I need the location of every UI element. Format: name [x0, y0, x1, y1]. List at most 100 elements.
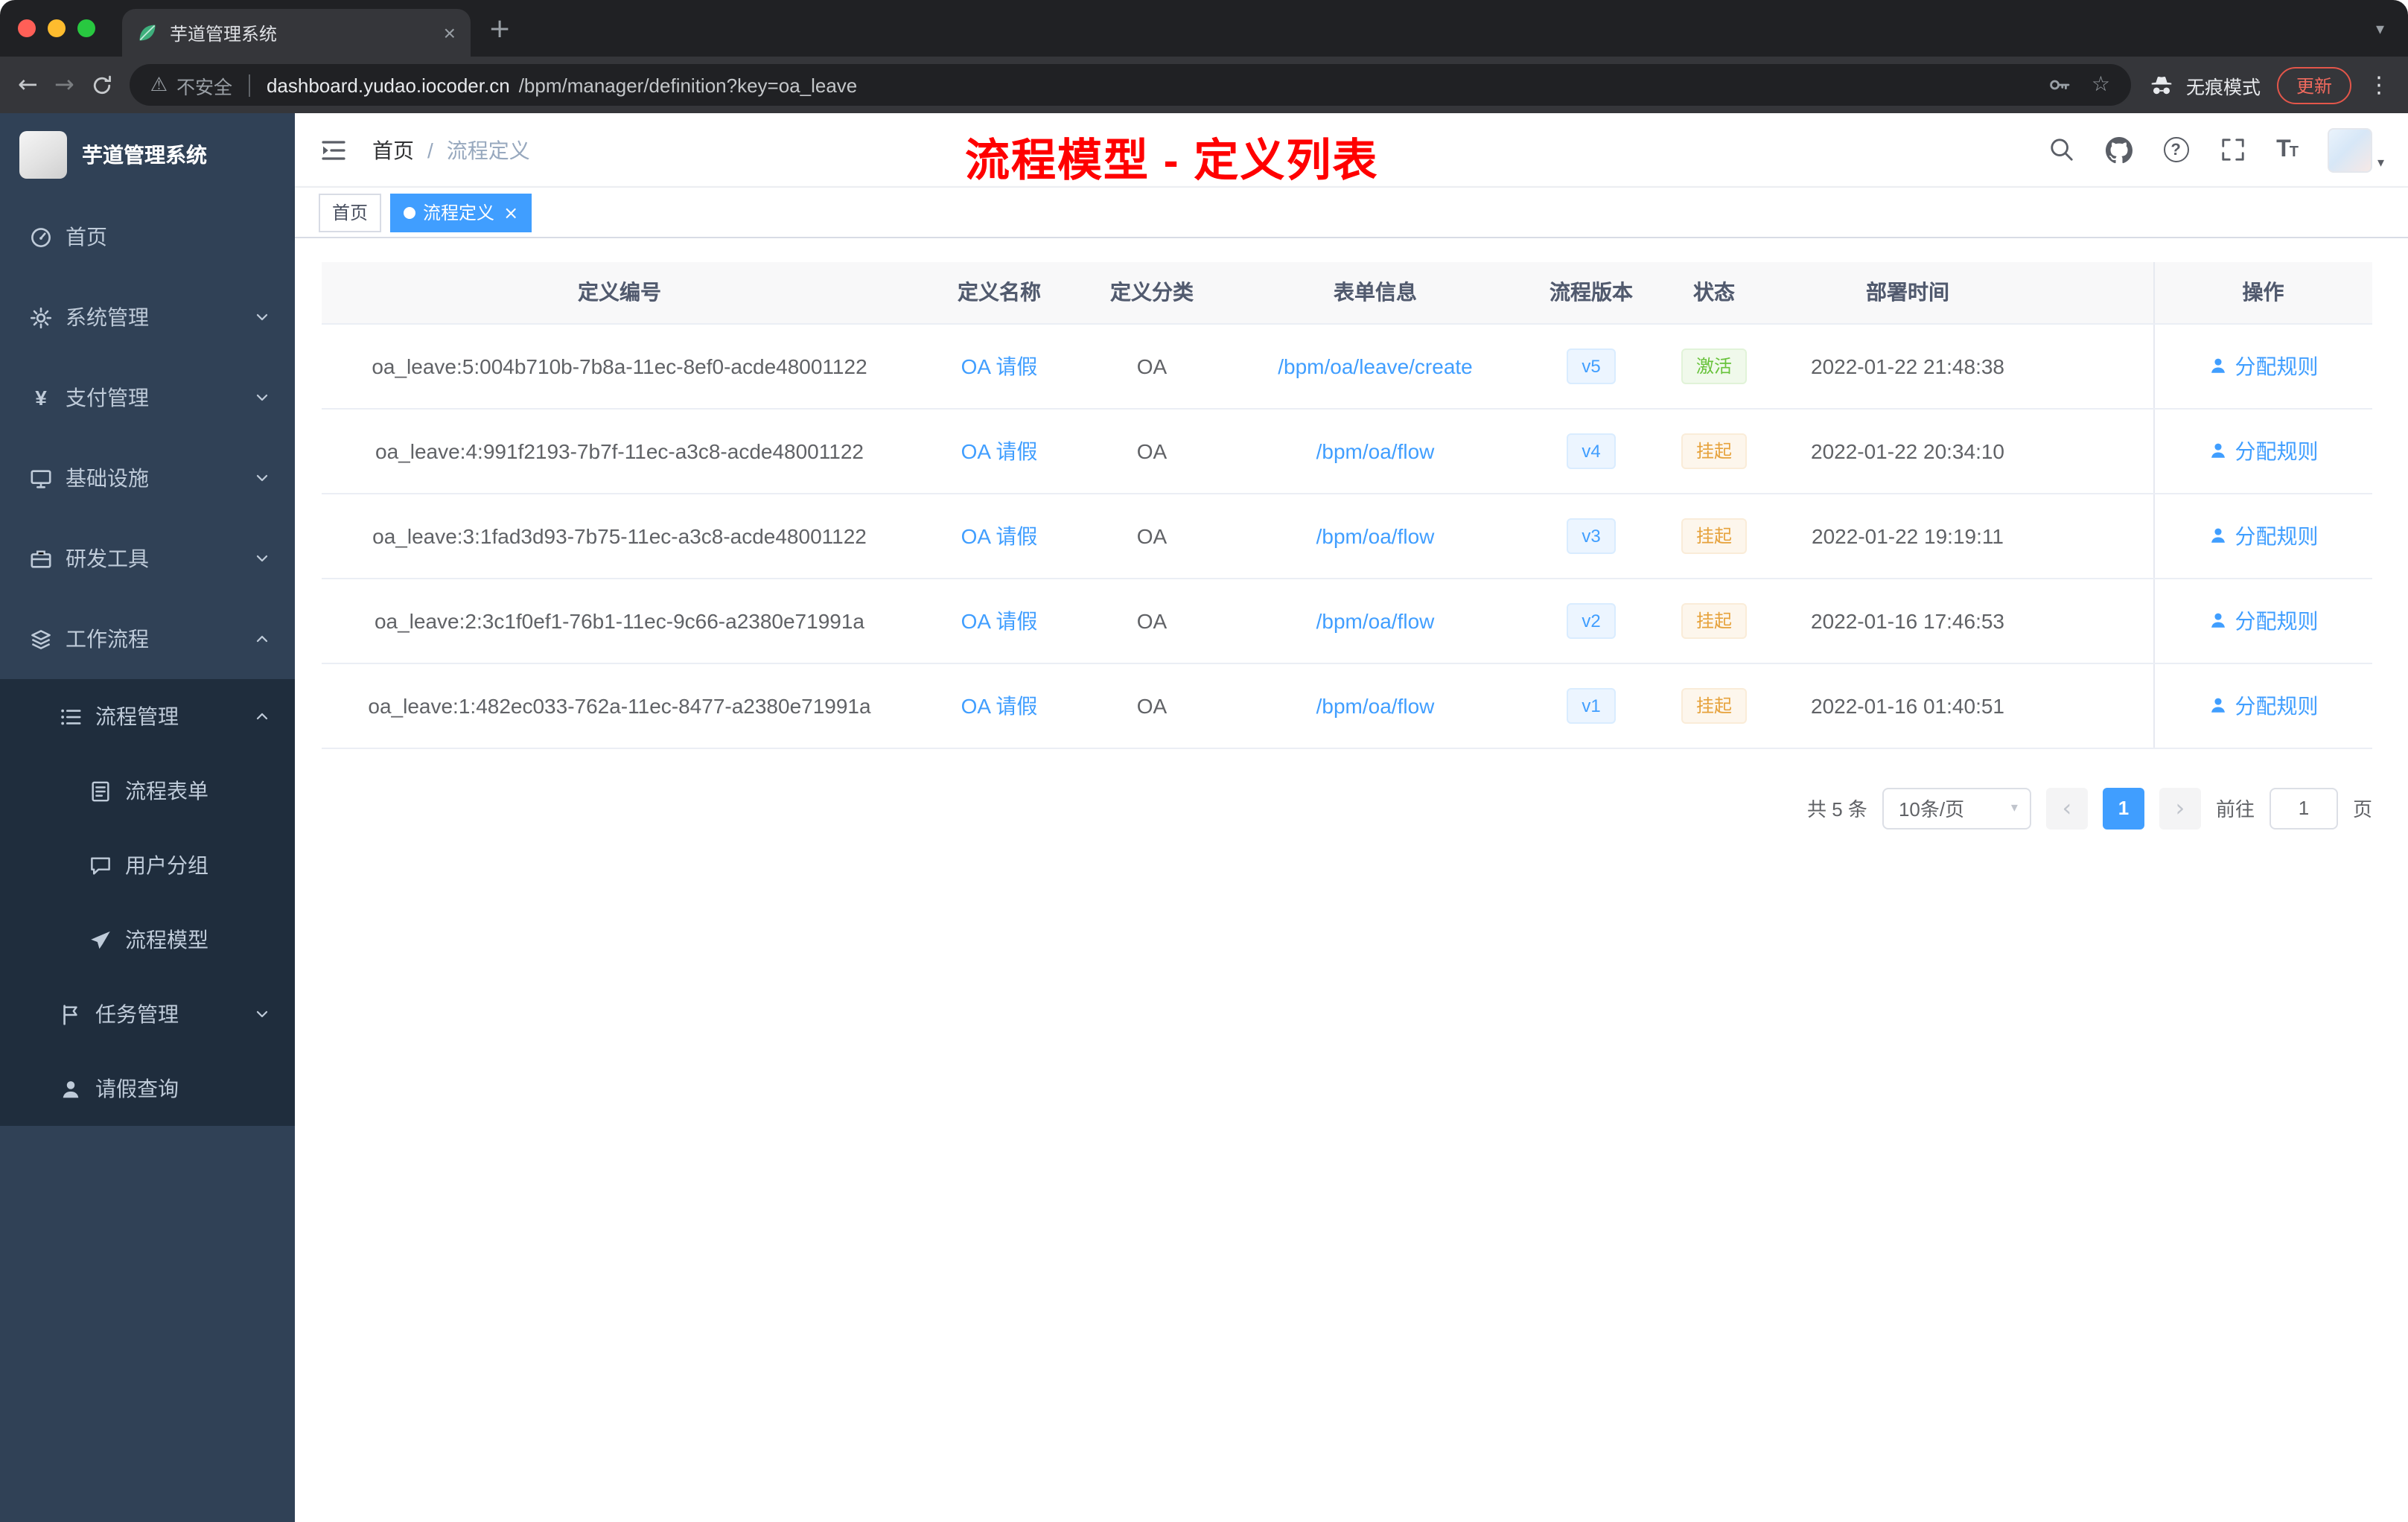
definition-name-link[interactable]: OA 请假 — [961, 439, 1038, 462]
form-link[interactable]: /bpm/oa/flow — [1316, 439, 1435, 462]
sidebar-item-devtools[interactable]: 研发工具 — [0, 518, 295, 599]
url-bar[interactable]: ⚠ 不安全 dashboard.yudao.iocoder.cn /bpm/ma… — [129, 64, 2131, 106]
definition-name-link[interactable]: OA 请假 — [961, 608, 1038, 632]
sidebar-toggle-button[interactable] — [319, 135, 348, 165]
definition-id: oa_leave:4:991f2193-7b7f-11ec-a3c8-acde4… — [322, 408, 917, 494]
font-size-icon[interactable]: TT — [2276, 136, 2299, 163]
tag-close-icon[interactable]: × — [503, 202, 518, 223]
version-badge: v2 — [1567, 602, 1616, 638]
table-row: oa_leave:1:482ec033-762a-11ec-8477-a2380… — [322, 663, 2372, 748]
tag-home[interactable]: 首页 — [319, 193, 382, 232]
page-content: 定义编号 定义名称 定义分类 表单信息 流程版本 状态 部署时间 操作 oa_l… — [295, 238, 2408, 1522]
help-icon[interactable]: ? — [2163, 137, 2189, 162]
fullscreen-icon[interactable] — [2220, 137, 2245, 162]
sidebar-item-payment[interactable]: ¥ 支付管理 — [0, 357, 295, 438]
incognito-badge: 无痕模式 — [2147, 71, 2261, 99]
table-row: oa_leave:5:004b710b-7b8a-11ec-8ef0-acde4… — [322, 323, 2372, 409]
url-path: /bpm/manager/definition?key=oa_leave — [518, 74, 858, 96]
tag-process-definition[interactable]: 流程定义 × — [390, 193, 532, 232]
prev-page-button[interactable]: ‹ — [2045, 787, 2088, 829]
window-zoom-button[interactable] — [77, 19, 95, 37]
definition-name-link[interactable]: OA 请假 — [961, 693, 1038, 717]
user-icon — [2211, 528, 2225, 543]
password-key-icon[interactable] — [2048, 73, 2072, 97]
browser-menu-icon[interactable]: ⋮ — [2368, 71, 2390, 98]
breadcrumb-home[interactable]: 首页 — [372, 135, 414, 165]
app-logo[interactable]: 芋道管理系统 — [0, 113, 295, 197]
app-title: 芋道管理系统 — [82, 143, 207, 167]
form-link[interactable]: /bpm/oa/leave/create — [1278, 354, 1473, 378]
dashboard-icon — [31, 227, 51, 246]
filler-cell — [2042, 323, 2153, 409]
sidebar-item-system[interactable]: 系统管理 — [0, 277, 295, 357]
user-icon — [63, 1080, 79, 1098]
assign-rule-button[interactable]: 分配规则 — [2208, 520, 2319, 550]
sidebar: 芋道管理系统 首页 系统管理 ¥ 支付管理 基础设施 研发工具 工作流程 流程管… — [0, 113, 295, 1522]
assign-rule-button[interactable]: 分配规则 — [2208, 436, 2319, 465]
tab-search-caret-icon[interactable]: ▾ — [2376, 19, 2408, 38]
column-header-time: 部署时间 — [1774, 262, 2042, 324]
logo-image — [19, 131, 67, 179]
column-header-category: 定义分类 — [1081, 262, 1223, 324]
column-header-action: 操作 — [2153, 262, 2372, 324]
window-close-button[interactable] — [18, 19, 36, 37]
assign-rule-button[interactable]: 分配规则 — [2208, 351, 2319, 380]
sidebar-item-infrastructure[interactable]: 基础设施 — [0, 438, 295, 518]
table-row: oa_leave:2:3c1f0ef1-76b1-11ec-9c66-a2380… — [322, 578, 2372, 663]
bookmark-star-icon[interactable]: ☆ — [2092, 73, 2110, 97]
goto-page-input[interactable] — [2269, 787, 2338, 829]
sidebar-item-home[interactable]: 首页 — [0, 197, 295, 277]
workflow-submenu: 流程管理 流程表单 用户分组 流程模型 任务管理 请假查询 — [0, 679, 295, 1126]
browser-tab[interactable]: 芋道管理系统 × — [122, 9, 471, 57]
sidebar-item-leave-query[interactable]: 请假查询 — [0, 1051, 295, 1126]
sidebar-item-process-form[interactable]: 流程表单 — [0, 754, 295, 828]
avatar-caret-icon[interactable]: ▾ — [2377, 156, 2384, 171]
user-icon — [2211, 443, 2225, 458]
form-link[interactable]: /bpm/oa/flow — [1316, 523, 1435, 547]
form-link[interactable]: /bpm/oa/flow — [1316, 608, 1435, 632]
page-number-button[interactable]: 1 — [2102, 787, 2144, 829]
search-icon[interactable] — [2048, 137, 2074, 162]
forward-icon[interactable]: → — [54, 72, 74, 97]
avatar[interactable] — [2328, 127, 2373, 172]
browser-toolbar: ← → ⚠ 不安全 dashboard.yudao.iocoder.cn /bp… — [0, 57, 2408, 113]
user-icon — [2211, 358, 2225, 373]
window-minimize-button[interactable] — [48, 19, 66, 37]
assign-rule-button[interactable]: 分配规则 — [2208, 690, 2319, 720]
tab-close-icon[interactable]: × — [444, 21, 456, 45]
definition-name-link[interactable]: OA 请假 — [961, 523, 1038, 547]
definition-category: OA — [1081, 493, 1223, 579]
column-header-status: 状态 — [1654, 262, 1774, 324]
window-controls — [0, 0, 122, 57]
table-header-row: 定义编号 定义名称 定义分类 表单信息 流程版本 状态 部署时间 操作 — [322, 262, 2372, 324]
version-badge: v4 — [1567, 433, 1616, 468]
new-tab-button[interactable]: + — [488, 13, 511, 44]
status-badge: 挂起 — [1681, 518, 1747, 553]
github-icon[interactable] — [2105, 136, 2133, 163]
sidebar-item-process-model[interactable]: 流程模型 — [0, 902, 295, 977]
url-divider — [248, 74, 250, 96]
back-icon[interactable]: ← — [18, 72, 38, 97]
definition-id: oa_leave:3:1fad3d93-7b75-11ec-a3c8-acde4… — [322, 493, 917, 579]
breadcrumb-separator: / — [427, 138, 433, 162]
definition-table: 定义编号 定义名称 定义分类 表单信息 流程版本 状态 部署时间 操作 oa_l… — [322, 262, 2372, 748]
column-header-name: 定义名称 — [917, 262, 1081, 324]
incognito-label: 无痕模式 — [2185, 77, 2261, 98]
sidebar-item-process-mgmt[interactable]: 流程管理 — [0, 679, 295, 754]
column-header-filler — [2042, 262, 2153, 324]
filler-cell — [2042, 493, 2153, 579]
reload-icon[interactable] — [91, 74, 113, 96]
table-row: oa_leave:4:991f2193-7b7f-11ec-a3c8-acde4… — [322, 408, 2372, 494]
sidebar-item-task-mgmt[interactable]: 任务管理 — [0, 977, 295, 1051]
deploy-time: 2022-01-22 19:19:11 — [1774, 493, 2042, 579]
next-page-button[interactable]: › — [2159, 787, 2201, 829]
favicon-icon — [139, 25, 156, 41]
sidebar-item-user-group[interactable]: 用户分组 — [0, 828, 295, 902]
page-size-select[interactable]: 10条/页 ▾ — [1882, 787, 2031, 829]
update-button[interactable]: 更新 — [2276, 66, 2351, 104]
assign-rule-button[interactable]: 分配规则 — [2208, 605, 2319, 635]
definition-name-link[interactable]: OA 请假 — [961, 354, 1038, 378]
form-link[interactable]: /bpm/oa/flow — [1316, 693, 1435, 717]
definition-category: OA — [1081, 323, 1223, 409]
sidebar-item-workflow[interactable]: 工作流程 — [0, 599, 295, 679]
